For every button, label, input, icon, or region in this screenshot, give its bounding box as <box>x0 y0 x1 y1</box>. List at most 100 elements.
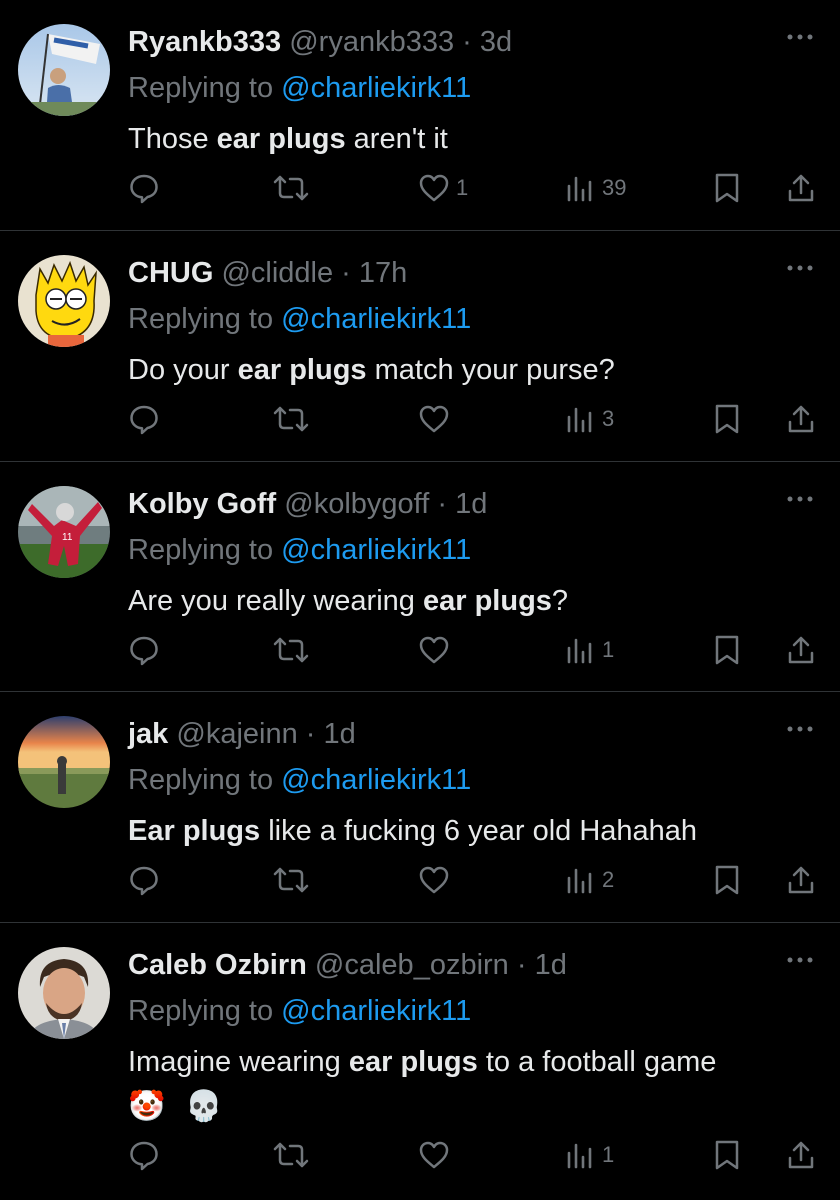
emoji-row: 🤡 💀 <box>128 1088 820 1126</box>
tweet-text-part: like a fucking 6 year old Hahahah <box>260 815 698 847</box>
like-button[interactable]: 1 <box>418 168 468 208</box>
reply-button[interactable] <box>128 1135 160 1175</box>
timestamp[interactable]: 3d <box>480 26 512 58</box>
share-button[interactable] <box>786 399 816 439</box>
retweet-button[interactable] <box>273 399 309 439</box>
user-handle[interactable]: @caleb_ozbirn <box>315 949 509 981</box>
replying-to-handle[interactable]: @charliekirk11 <box>281 72 471 104</box>
bookmark-button[interactable] <box>712 630 742 670</box>
timestamp[interactable]: 1d <box>455 488 487 520</box>
replying-to: Replying to @charliekirk11 <box>128 991 820 1031</box>
retweet-icon <box>273 1142 309 1168</box>
replying-to-label: Replying to <box>128 764 282 796</box>
retweet-button[interactable] <box>273 860 309 900</box>
replying-to-label: Replying to <box>128 995 282 1027</box>
bookmark-button[interactable] <box>712 168 742 208</box>
tweet-header: Caleb Ozbirn @caleb_ozbirn · 1d <box>128 945 820 985</box>
views-button[interactable]: 1 <box>566 630 614 670</box>
bookmark-button[interactable] <box>712 399 742 439</box>
retweet-button[interactable] <box>273 630 309 670</box>
timestamp[interactable]: 1d <box>535 949 567 981</box>
replying-to-label: Replying to <box>128 72 282 104</box>
replying-to-handle[interactable]: @charliekirk11 <box>281 534 471 566</box>
views-button[interactable]: 3 <box>566 399 614 439</box>
display-name[interactable]: CHUG <box>128 257 213 289</box>
display-name[interactable]: Caleb Ozbirn <box>128 949 307 981</box>
user-handle[interactable]: @kolbygoff <box>284 488 429 520</box>
reply-button[interactable] <box>128 860 160 900</box>
views-button[interactable]: 1 <box>566 1135 614 1175</box>
tweet-header: Ryankb333 @ryankb333 · 3d <box>128 22 820 62</box>
like-count: 1 <box>456 175 469 200</box>
retweet-icon <box>273 406 309 432</box>
reply-icon <box>130 174 158 204</box>
reply-tweet[interactable]: Caleb Ozbirn @caleb_ozbirn · 1d Replying… <box>0 923 840 1200</box>
user-handle[interactable]: @ryankb333 <box>289 26 454 58</box>
replying-to: Replying to @charliekirk11 <box>128 530 820 570</box>
share-button[interactable] <box>786 860 816 900</box>
timestamp[interactable]: 17h <box>359 257 407 289</box>
retweet-button[interactable] <box>273 1135 309 1175</box>
timestamp[interactable]: 1d <box>324 718 356 750</box>
bookmark-button[interactable] <box>712 1135 742 1175</box>
like-button[interactable] <box>418 1135 456 1175</box>
tweet-text-part: Imagine wearing <box>128 1046 349 1078</box>
heart-icon <box>419 405 449 433</box>
tweet-text-part: ? <box>551 585 569 617</box>
replying-to-label: Replying to <box>128 534 282 566</box>
like-button[interactable] <box>418 860 456 900</box>
more-options-button[interactable] <box>780 714 820 744</box>
avatar[interactable] <box>18 255 110 347</box>
more-options-button[interactable] <box>780 484 820 514</box>
reply-button[interactable] <box>128 630 160 670</box>
display-name[interactable]: Ryankb333 <box>128 26 281 58</box>
more-options-button[interactable] <box>780 22 820 52</box>
display-name[interactable]: Kolby Goff <box>128 488 276 520</box>
avatar[interactable] <box>18 947 110 1039</box>
separator-dot: · <box>462 26 472 58</box>
more-options-button[interactable] <box>780 945 820 975</box>
tweet-text-part: aren't it <box>345 123 448 155</box>
replying-to-handle[interactable]: @charliekirk11 <box>281 764 471 796</box>
reply-button[interactable] <box>128 399 160 439</box>
reply-tweet[interactable]: 11 Kolby Goff @kolbygoff · 1d Replying t… <box>0 462 840 692</box>
user-handle[interactable]: @kajeinn <box>176 718 297 750</box>
views-button[interactable]: 2 <box>566 860 614 900</box>
views-chart-icon <box>567 407 592 433</box>
user-handle[interactable]: @cliddle <box>221 257 333 289</box>
retweet-icon <box>273 175 309 201</box>
replying-to-handle[interactable]: @charliekirk11 <box>281 303 471 335</box>
share-button[interactable] <box>786 630 816 670</box>
action-bar: 1 39 <box>0 168 840 208</box>
view-count: 3 <box>602 406 615 431</box>
reply-tweet[interactable]: Ryankb333 @ryankb333 · 3d Replying to @c… <box>0 0 840 231</box>
tweet-text-highlight: Ear plugs <box>128 815 261 847</box>
views-chart-icon <box>567 868 592 894</box>
action-bar: 1 <box>0 630 840 670</box>
like-button[interactable] <box>418 399 456 439</box>
more-options-button[interactable] <box>780 253 820 283</box>
separator-dot: · <box>305 718 316 750</box>
like-button[interactable] <box>418 630 456 670</box>
action-bar: 1 <box>0 1135 840 1175</box>
avatar[interactable] <box>18 716 110 808</box>
avatar[interactable]: 11 <box>18 486 110 578</box>
bookmark-button[interactable] <box>712 860 742 900</box>
avatar[interactable] <box>18 24 110 116</box>
share-button[interactable] <box>786 168 816 208</box>
display-name[interactable]: jak <box>128 718 168 750</box>
reply-tweet[interactable]: CHUG @cliddle · 17h Replying to @charlie… <box>0 231 840 462</box>
share-icon <box>788 866 814 894</box>
reply-icon <box>130 405 158 435</box>
reply-tweet[interactable]: jak @kajeinn · 1d Replying to @charlieki… <box>0 692 840 923</box>
skull-emoji: 💀 <box>185 1090 223 1123</box>
views-button[interactable]: 39 <box>566 168 626 208</box>
share-button[interactable] <box>786 1135 816 1175</box>
views-chart-icon <box>567 638 592 664</box>
tweet-text-part: match your purse? <box>366 354 615 386</box>
views-chart-icon <box>567 1143 592 1169</box>
replying-to-handle[interactable]: @charliekirk11 <box>281 995 471 1027</box>
reply-button[interactable] <box>128 168 160 208</box>
views-chart-icon <box>567 176 592 202</box>
retweet-button[interactable] <box>273 168 309 208</box>
